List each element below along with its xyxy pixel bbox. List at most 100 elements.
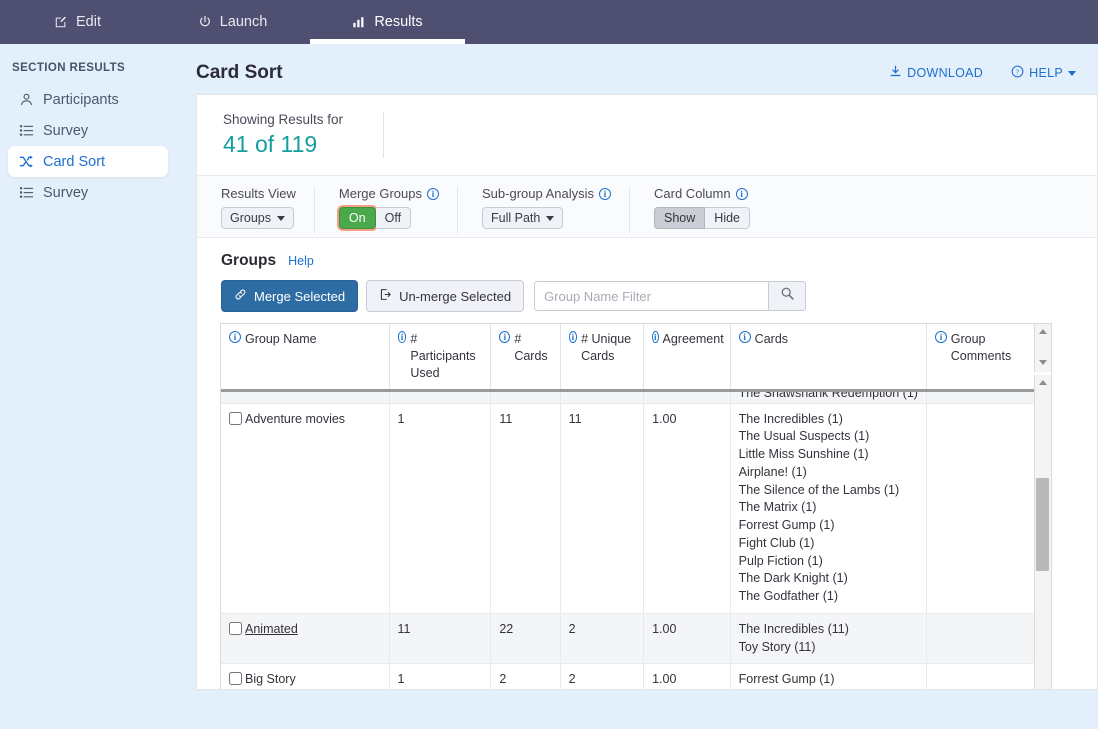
row-select-checkbox[interactable] xyxy=(229,411,242,425)
column-header-cards[interactable]: i Cards xyxy=(730,324,928,389)
info-icon[interactable]: i xyxy=(427,187,439,200)
group-name-filter-input[interactable] xyxy=(534,281,769,311)
tab-edit[interactable]: Edit xyxy=(0,0,155,44)
scroll-up-button[interactable] xyxy=(1035,324,1050,339)
column-header-participants-used[interactable]: i # Participants Used xyxy=(389,324,492,389)
chevron-down-icon xyxy=(1068,70,1076,76)
cell-group-name xyxy=(221,391,390,404)
subgroup-analysis-dropdown[interactable]: Full Path xyxy=(482,207,564,229)
cell-unique-cards: 11 xyxy=(560,403,645,614)
chevron-down-icon xyxy=(546,215,555,221)
card-item: Pulp Fiction (1) xyxy=(738,553,823,568)
info-icon[interactable]: i xyxy=(568,331,578,343)
groups-help-link[interactable]: Help xyxy=(288,254,314,268)
cell-group-comments xyxy=(926,663,1051,689)
sidebar-item-survey-2[interactable]: Survey xyxy=(8,177,168,208)
cell-group-name: Animated xyxy=(221,613,390,665)
unmerge-selected-button[interactable]: Un-merge Selected xyxy=(366,280,525,312)
subgroup-analysis-value: Full Path xyxy=(491,211,541,225)
merge-selected-label: Merge Selected xyxy=(254,288,346,304)
results-view-dropdown[interactable]: Groups xyxy=(221,207,294,229)
tab-results[interactable]: Results xyxy=(310,0,465,44)
merge-groups-on-button[interactable]: On xyxy=(338,207,376,229)
table-row[interactable]: Big Story 1 2 2 1.00 Forrest Gump (1) Th… xyxy=(221,663,1051,690)
card-item: Forrest Gump (1) xyxy=(738,672,835,687)
sidebar-item-survey-1[interactable]: Survey xyxy=(8,115,168,146)
controls-bar: Results View Groups Merge Groups i On Of… xyxy=(197,176,1097,238)
header-scrollbar[interactable] xyxy=(1034,324,1051,372)
table-row-clipped-top[interactable]: The Shawshank Redemption (1) xyxy=(221,391,1051,404)
card-item: The Usual Suspects (1) xyxy=(738,429,870,444)
table-scrollbar[interactable] xyxy=(1034,375,1051,689)
sidebar-item-label: Card Sort xyxy=(43,153,106,170)
showing-results-bar: Showing Results for 41 of 119 xyxy=(197,95,1097,176)
groups-table-header: i Group Name i # Participants Used i # Card… xyxy=(221,324,1051,389)
triangle-up-icon xyxy=(1038,380,1047,385)
info-icon[interactable]: i xyxy=(738,331,751,343)
cell-group-comments xyxy=(926,613,1051,665)
column-header-num-cards[interactable]: i # Cards xyxy=(490,324,561,389)
showing-results-block: Showing Results for 41 of 119 xyxy=(197,112,385,158)
row-select-checkbox[interactable] xyxy=(229,672,242,686)
table-row[interactable]: Adventure movies 1 11 11 1.00 The Incred… xyxy=(221,403,1051,614)
groups-title: Groups xyxy=(221,252,277,269)
cell-cards: The Incredibles (1) The Usual Suspects (… xyxy=(730,403,928,614)
table-row[interactable]: Animated 11 22 2 1.00 The Incredibles (1… xyxy=(221,613,1051,665)
chevron-down-icon xyxy=(277,215,285,221)
info-icon[interactable]: i xyxy=(735,187,748,200)
tab-launch-label: Launch xyxy=(219,14,268,30)
row-select-checkbox[interactable] xyxy=(229,621,242,635)
sidebar-item-participants[interactable]: Participants xyxy=(8,84,168,115)
sidebar-item-label: Survey xyxy=(43,184,89,201)
column-header-unique-cards[interactable]: i # Unique Cards xyxy=(560,324,645,389)
unmerge-icon xyxy=(379,288,392,304)
power-icon xyxy=(198,15,212,29)
sidebar-item-label: Survey xyxy=(43,122,89,139)
sidebar-item-card-sort[interactable]: Card Sort xyxy=(8,146,168,177)
showing-results-label: Showing Results for xyxy=(223,112,344,127)
card-column-hide-button[interactable]: Hide xyxy=(705,207,751,229)
download-button[interactable]: DOWNLOAD xyxy=(889,65,983,81)
card-column-show-button[interactable]: Show xyxy=(654,207,706,229)
cell-cards: The Shawshank Redemption (1) xyxy=(730,391,928,404)
bar-chart-icon xyxy=(352,15,366,29)
card-item: The Godfather (1) xyxy=(738,589,839,604)
merge-groups-label: Merge Groups i xyxy=(339,186,439,201)
column-header-group-name[interactable]: i Group Name xyxy=(221,324,390,389)
column-header-group-comments[interactable]: i Group Comments xyxy=(926,324,1051,389)
card-item: Airplane! (1) xyxy=(738,464,807,479)
info-icon[interactable]: i xyxy=(652,331,659,343)
help-menu[interactable]: ? HELP xyxy=(1011,65,1076,81)
info-icon[interactable]: i xyxy=(397,331,407,343)
list-icon xyxy=(18,123,34,139)
page-title: Card Sort xyxy=(196,62,283,83)
info-icon[interactable]: i xyxy=(935,331,947,343)
card-item: The Incredibles (1) xyxy=(738,411,843,426)
tab-results-label: Results xyxy=(374,14,423,30)
column-header-agreement[interactable]: i Agreement xyxy=(643,324,731,389)
info-icon[interactable]: i xyxy=(599,187,612,200)
control-merge-groups: Merge Groups i On Off xyxy=(315,186,458,234)
cell-num-cards: 11 xyxy=(490,403,561,614)
card-item: Forrest Gump (1) xyxy=(738,518,835,533)
page-shell: SECTION RESULTS Participants Survey Card… xyxy=(0,44,1098,729)
cell-num-cards: 22 xyxy=(490,613,561,665)
search-button[interactable] xyxy=(768,281,807,311)
info-icon[interactable]: i xyxy=(229,331,241,343)
merge-selected-button[interactable]: Merge Selected xyxy=(221,280,359,312)
scrollbar-thumb[interactable] xyxy=(1036,478,1049,571)
scroll-up-button[interactable] xyxy=(1035,375,1050,390)
list-icon xyxy=(18,185,34,201)
info-icon[interactable]: i xyxy=(499,331,511,343)
scroll-down-button[interactable] xyxy=(1035,355,1050,370)
cell-cards: The Incredibles (11) Toy Story (11) xyxy=(730,613,928,665)
table-header-row: i Group Name i # Participants Used i # Card… xyxy=(221,324,1051,389)
group-name-label: Adventure movies xyxy=(245,411,346,426)
card-item: The Godfather (1) xyxy=(739,689,921,690)
triangle-up-icon xyxy=(1038,329,1047,334)
tab-launch[interactable]: Launch xyxy=(155,0,310,44)
tab-edit-label: Edit xyxy=(76,14,101,30)
merge-groups-off-button[interactable]: Off xyxy=(375,207,412,229)
cell-agreement: 1.00 xyxy=(643,613,731,665)
help-label: HELP xyxy=(1029,66,1063,80)
